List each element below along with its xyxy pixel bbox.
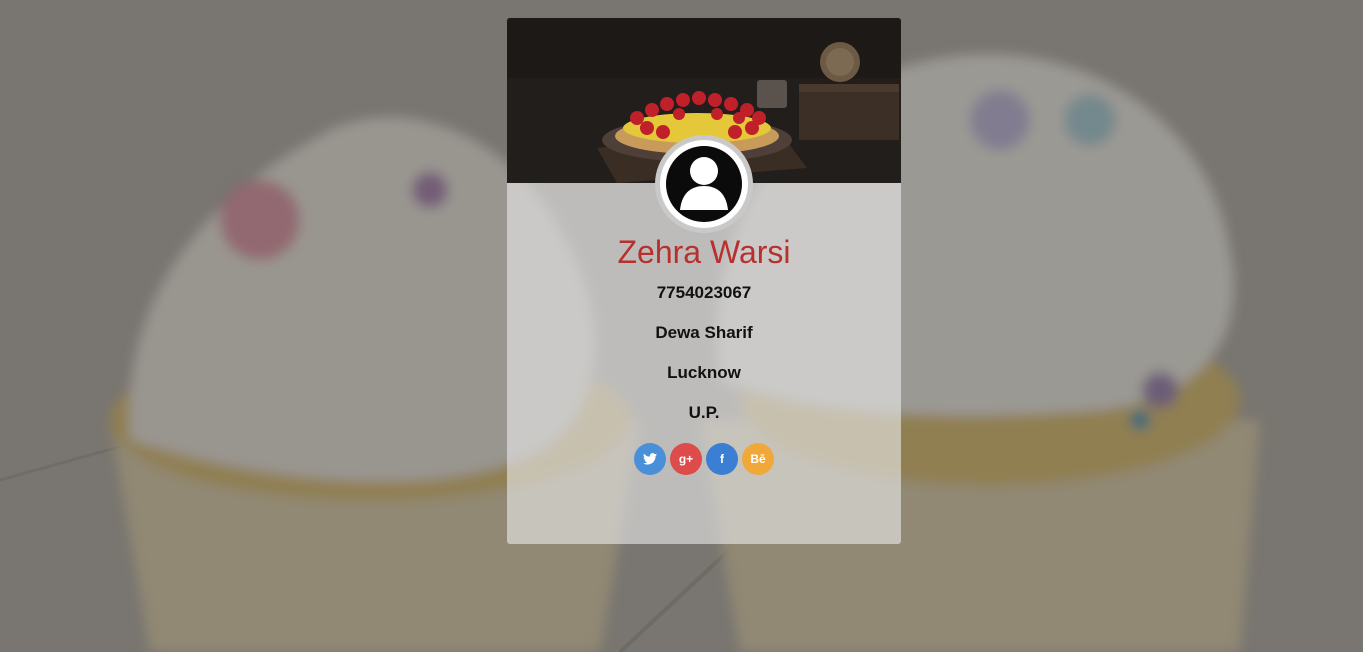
- profile-area: Dewa Sharif: [655, 323, 753, 342]
- profile-card: Zehra Warsi 7754023067 Dewa Sharif Luckn…: [507, 18, 901, 544]
- avatar: [660, 140, 748, 228]
- twitter-button[interactable]: [634, 443, 666, 475]
- google-plus-icon: g+: [678, 452, 694, 466]
- profile-name: Zehra Warsi: [617, 234, 791, 270]
- google-plus-button[interactable]: g+: [670, 443, 702, 475]
- profile-city: Lucknow: [667, 363, 741, 382]
- avatar-frame: [655, 135, 753, 233]
- profile-state: U.P.: [688, 403, 720, 422]
- facebook-button[interactable]: f: [706, 443, 738, 475]
- behance-icon: Bē: [750, 452, 766, 466]
- user-icon: [666, 146, 742, 222]
- behance-button[interactable]: Bē: [742, 443, 774, 475]
- profile-phone: 7754023067: [656, 283, 752, 302]
- facebook-icon: f: [720, 452, 724, 466]
- social-links: g+ f Bē: [634, 443, 774, 475]
- twitter-icon: [643, 453, 657, 465]
